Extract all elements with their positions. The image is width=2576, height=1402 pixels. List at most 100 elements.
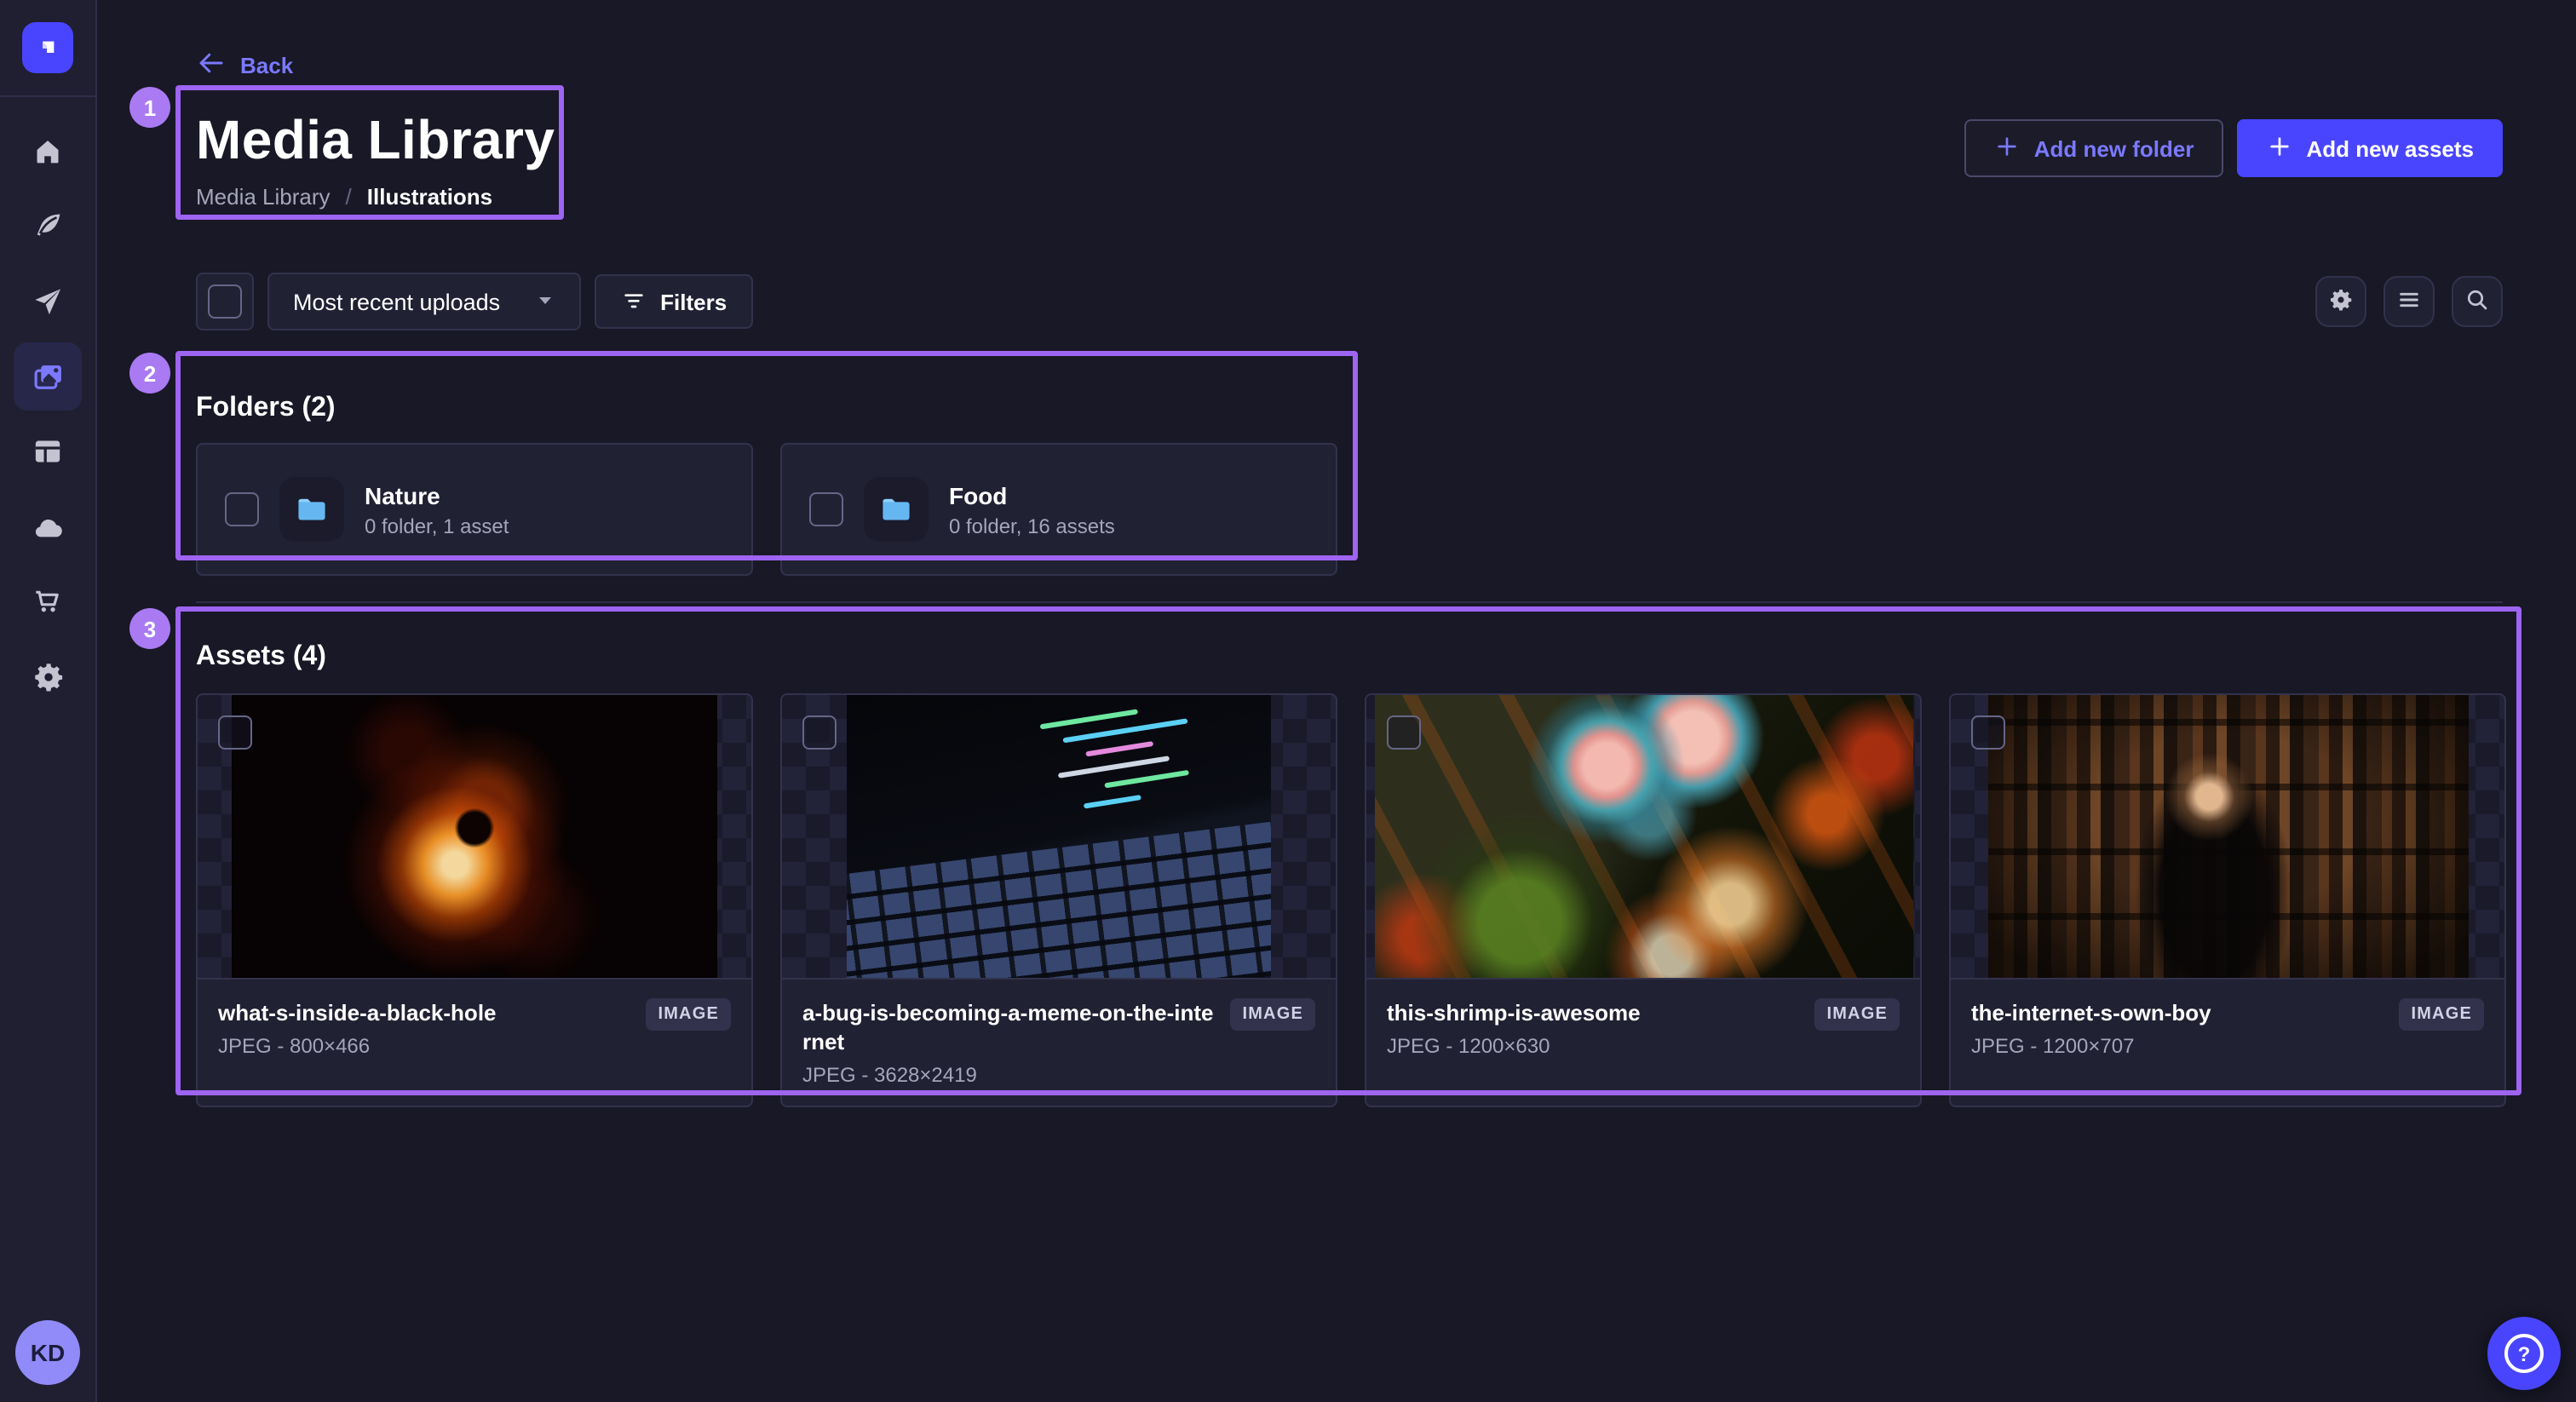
asset-card-internets-own-boy[interactable]: the-internet-s-own-boy JPEG - 1200×707 I…	[1949, 693, 2506, 1107]
asset-type-badge: IMAGE	[2399, 998, 2484, 1031]
sidebar-item-content-type-builder[interactable]	[14, 417, 82, 486]
asset-meta: JPEG - 1200×707	[1971, 1034, 2211, 1058]
asset-checkbox[interactable]	[218, 715, 252, 750]
mantis-shrimp-image	[1374, 695, 1912, 978]
asset-checkbox[interactable]	[802, 715, 837, 750]
breadcrumb-separator: /	[346, 184, 352, 210]
asset-type-badge: IMAGE	[1814, 998, 1900, 1031]
asset-meta: JPEG - 1200×630	[1387, 1034, 1641, 1058]
arrow-left-icon	[196, 48, 227, 83]
plus-icon	[1993, 132, 2021, 164]
asset-thumbnail	[1366, 695, 1920, 980]
folder-icon-tile	[864, 477, 929, 542]
folder-card-nature[interactable]: Nature 0 folder, 1 asset	[196, 443, 753, 576]
folder-meta: 0 folder, 1 asset	[365, 514, 509, 537]
sort-dropdown[interactable]: Most recent uploads	[267, 273, 580, 330]
asset-name: this-shrimp-is-awesome	[1387, 998, 1641, 1027]
page-title: Media Library	[196, 107, 555, 172]
filters-button[interactable]: Filters	[594, 274, 752, 329]
folder-icon-tile	[279, 477, 344, 542]
folder-name: Nature	[365, 481, 509, 509]
code-laptop-image	[847, 695, 1271, 978]
app-root: KD Back Media Library Media Library / Il…	[0, 0, 2576, 1402]
asset-info: a-bug-is-becoming-a-meme-on-the-internet…	[802, 998, 1216, 1087]
search-icon	[2464, 285, 2491, 318]
sidebar-item-settings[interactable]	[14, 642, 82, 710]
folder-icon	[293, 491, 331, 528]
layout-icon	[31, 434, 65, 468]
select-all-checkbox[interactable]	[196, 273, 254, 330]
cart-icon	[31, 584, 65, 618]
asset-checkbox[interactable]	[1387, 715, 1421, 750]
strapi-logo[interactable]	[22, 22, 73, 73]
main-content: Back Media Library Media Library / Illus…	[97, 0, 2576, 1402]
chevron-down-icon	[534, 289, 555, 314]
cloud-icon	[30, 509, 66, 544]
breadcrumb: Media Library / Illustrations	[196, 184, 555, 210]
asset-checkbox[interactable]	[1971, 715, 2005, 750]
filter-icon	[619, 285, 647, 318]
header-row: Media Library Media Library / Illustrati…	[196, 107, 2503, 210]
asset-info: what-s-inside-a-black-hole JPEG - 800×46…	[218, 998, 497, 1058]
asset-grid: what-s-inside-a-black-hole JPEG - 800×46…	[196, 693, 2503, 1107]
asset-type-badge: IMAGE	[646, 998, 731, 1031]
asset-name: a-bug-is-becoming-a-meme-on-the-internet	[802, 998, 1216, 1056]
sidebar-item-home[interactable]	[14, 118, 82, 186]
avatar[interactable]: KD	[15, 1320, 80, 1385]
asset-name: the-internet-s-own-boy	[1971, 998, 2211, 1027]
sidebar-item-releases[interactable]	[14, 267, 82, 336]
help-button[interactable]: ?	[2487, 1317, 2561, 1390]
sidebar-item-marketplace[interactable]	[14, 567, 82, 635]
strapi-logo-icon	[34, 34, 61, 61]
folder-checkbox[interactable]	[809, 492, 843, 526]
breadcrumb-current: Illustrations	[367, 184, 492, 210]
plus-icon	[2265, 132, 2292, 164]
paper-plane-icon	[31, 284, 65, 319]
sort-value: Most recent uploads	[293, 289, 500, 314]
home-icon	[31, 135, 65, 169]
view-settings-button[interactable]	[2315, 276, 2366, 327]
folder-meta: 0 folder, 16 assets	[949, 514, 1115, 537]
breadcrumb-root[interactable]: Media Library	[196, 184, 331, 210]
header-actions: Add new folder Add new assets	[1964, 119, 2503, 177]
folder-card-food[interactable]: Food 0 folder, 16 assets	[780, 443, 1337, 576]
back-link[interactable]: Back	[196, 48, 293, 83]
checkbox	[208, 284, 242, 319]
feather-icon	[31, 210, 65, 244]
asset-info: the-internet-s-own-boy JPEG - 1200×707	[1971, 998, 2211, 1058]
assets-section-title: Assets (4)	[196, 642, 2503, 673]
library-portrait-image	[1987, 695, 2468, 978]
asset-footer: what-s-inside-a-black-hole JPEG - 800×46…	[198, 980, 751, 1106]
list-view-button[interactable]	[2383, 276, 2435, 327]
list-icon	[2395, 285, 2423, 318]
add-new-folder-label: Add new folder	[2034, 135, 2194, 161]
asset-footer: the-internet-s-own-boy JPEG - 1200×707 I…	[1951, 980, 2504, 1106]
add-new-assets-button[interactable]: Add new assets	[2236, 119, 2503, 177]
search-button[interactable]	[2452, 276, 2503, 327]
images-icon	[30, 359, 66, 394]
asset-thumbnail	[198, 695, 751, 980]
sidebar-item-content-manager[interactable]	[14, 192, 82, 261]
asset-thumbnail	[782, 695, 1336, 980]
asset-footer: a-bug-is-becoming-a-meme-on-the-internet…	[782, 980, 1336, 1106]
asset-meta: JPEG - 800×466	[218, 1034, 497, 1058]
asset-card-bug-meme[interactable]: a-bug-is-becoming-a-meme-on-the-internet…	[780, 693, 1337, 1107]
asset-info: this-shrimp-is-awesome JPEG - 1200×630	[1387, 998, 1641, 1058]
assets-section: Assets (4) what-s-inside-a-black-hole JP…	[196, 642, 2503, 1107]
toolbar-left: Most recent uploads Filters	[196, 273, 752, 330]
back-label: Back	[240, 53, 293, 78]
toolbar: Most recent uploads Filters	[196, 273, 2503, 330]
folders-section-title: Folders (2)	[196, 394, 2503, 424]
add-new-folder-button[interactable]: Add new folder	[1964, 119, 2223, 177]
asset-footer: this-shrimp-is-awesome JPEG - 1200×630 I…	[1366, 980, 1920, 1106]
folder-name: Food	[949, 481, 1115, 509]
add-new-assets-label: Add new assets	[2306, 135, 2474, 161]
asset-card-black-hole[interactable]: what-s-inside-a-black-hole JPEG - 800×46…	[196, 693, 753, 1107]
black-hole-image	[232, 695, 717, 978]
asset-card-shrimp[interactable]: this-shrimp-is-awesome JPEG - 1200×630 I…	[1365, 693, 1922, 1107]
sidebar-item-cloud[interactable]	[14, 492, 82, 560]
section-divider	[196, 601, 2503, 603]
folder-info: Nature 0 folder, 1 asset	[365, 481, 509, 537]
sidebar-item-media-library[interactable]	[14, 342, 82, 411]
folder-checkbox[interactable]	[225, 492, 259, 526]
